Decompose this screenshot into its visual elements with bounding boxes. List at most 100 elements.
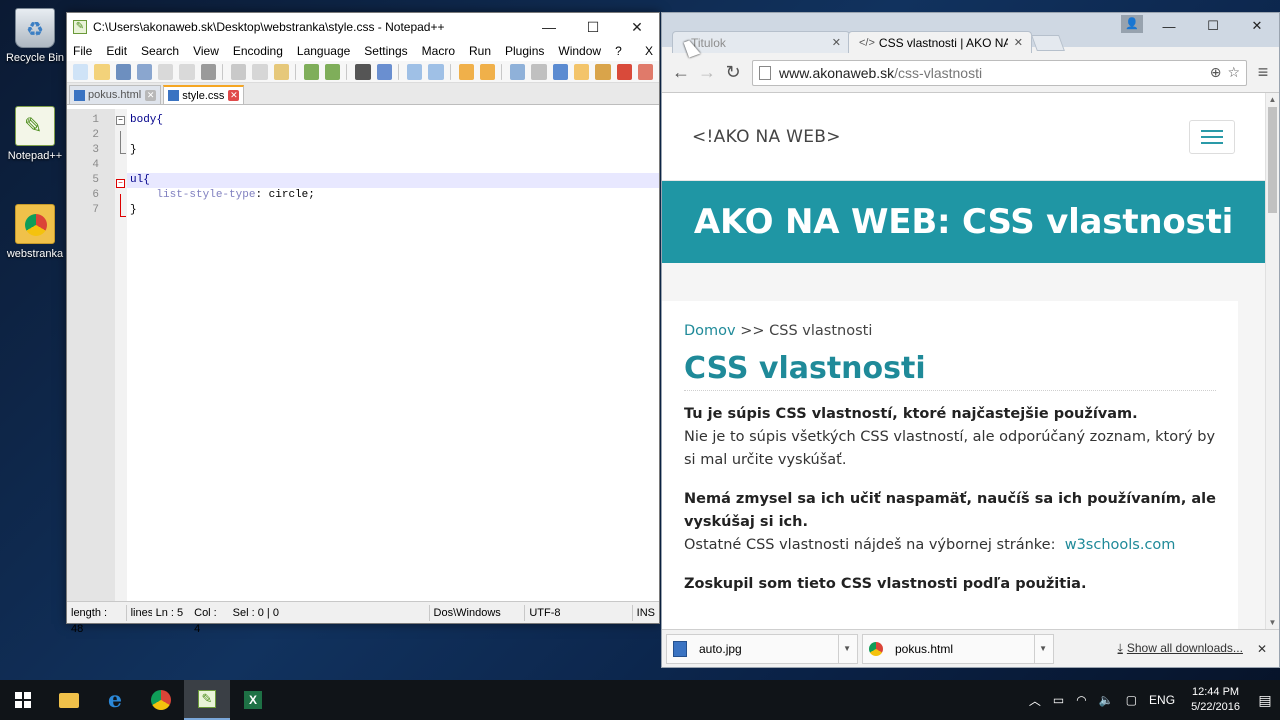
- user-lang-icon[interactable]: [573, 63, 590, 80]
- menu-help[interactable]: ?: [615, 44, 622, 58]
- language-indicator[interactable]: ENG: [1149, 693, 1175, 707]
- zoom-in-icon[interactable]: [406, 63, 423, 80]
- close-file-icon[interactable]: [158, 63, 174, 80]
- close-download-bar-icon[interactable]: ✕: [1257, 642, 1267, 656]
- menu-run[interactable]: Run: [469, 44, 491, 58]
- start-button[interactable]: [0, 680, 46, 720]
- save-all-icon[interactable]: [136, 63, 153, 80]
- record-macro-icon[interactable]: [616, 63, 632, 80]
- taskbar-chrome[interactable]: [138, 680, 184, 720]
- chevron-down-icon[interactable]: ▼: [838, 634, 851, 663]
- w3schools-link[interactable]: w3schools.com: [1065, 537, 1176, 553]
- forward-icon[interactable]: →: [694, 62, 720, 83]
- title-bar[interactable]: ✎ C:\Users\akonaweb.sk\Desktop\webstrank…: [67, 13, 659, 41]
- menu-edit[interactable]: Edit: [106, 44, 127, 58]
- zoom-out-icon[interactable]: [428, 63, 444, 80]
- close-document-button[interactable]: X: [645, 44, 653, 58]
- copy-icon[interactable]: [252, 63, 268, 80]
- desktop-icon-notepadpp[interactable]: Notepad++: [4, 106, 66, 162]
- battery-icon[interactable]: ▭: [1053, 693, 1064, 707]
- show-all-chars-icon[interactable]: [531, 63, 547, 80]
- clock[interactable]: 12:44 PM 5/22/2016: [1191, 685, 1240, 715]
- close-tab-icon[interactable]: ✕: [228, 90, 240, 101]
- stop-macro-icon[interactable]: [637, 63, 654, 80]
- address-bar[interactable]: www.akonaweb.sk/css-vlastnosti ⊕ ☆: [752, 59, 1247, 86]
- menu-icon[interactable]: ≡: [1253, 62, 1273, 83]
- maximize-button[interactable]: ☐: [1191, 13, 1235, 39]
- open-file-icon[interactable]: [94, 63, 110, 80]
- desktop-icon-recycle-bin[interactable]: Recycle Bin: [4, 8, 66, 64]
- show-all-downloads-link[interactable]: ⤓ Show all downloads...: [1118, 641, 1243, 656]
- menu-view[interactable]: View: [193, 44, 219, 58]
- minimize-button[interactable]: —: [1147, 13, 1191, 39]
- indent-guide-icon[interactable]: [552, 63, 568, 80]
- undo-icon[interactable]: [303, 63, 320, 80]
- site-logo[interactable]: <!AKO NA WEB>: [692, 127, 841, 147]
- save-icon[interactable]: [115, 63, 131, 80]
- taskbar-notepadpp[interactable]: ✎: [184, 680, 230, 720]
- sync-scroll-h-icon[interactable]: [479, 63, 496, 80]
- minimize-button[interactable]: —: [527, 13, 571, 41]
- scroll-down-icon[interactable]: ▼: [1266, 618, 1279, 627]
- close-button[interactable]: ✕: [1235, 13, 1279, 39]
- scroll-thumb[interactable]: [1268, 107, 1277, 213]
- paste-icon[interactable]: [273, 63, 289, 80]
- scroll-up-icon[interactable]: ▲: [1266, 95, 1279, 104]
- taskbar-file-explorer[interactable]: [46, 680, 92, 720]
- chrome-icon: [869, 641, 883, 656]
- word-wrap-icon[interactable]: [510, 63, 526, 80]
- download-item-pokus-html[interactable]: pokus.html ▼: [862, 633, 1054, 664]
- bookmark-star-icon[interactable]: ☆: [1227, 64, 1240, 81]
- close-tab-icon[interactable]: ✕: [832, 36, 841, 49]
- monitor-icon[interactable]: ▢: [1126, 693, 1137, 707]
- chevron-up-icon[interactable]: ︿: [1029, 692, 1041, 709]
- close-all-icon[interactable]: [179, 63, 195, 80]
- tab-style-css[interactable]: style.css ✕: [163, 85, 245, 104]
- close-button[interactable]: ✕: [615, 13, 659, 41]
- menu-plugins[interactable]: Plugins: [505, 44, 544, 58]
- chevron-down-icon[interactable]: ▼: [1034, 634, 1047, 663]
- menu-file[interactable]: File: [73, 44, 92, 58]
- page-scrollbar[interactable]: ▲ ▼: [1265, 93, 1279, 629]
- fold-toggle-icon[interactable]: −: [116, 179, 125, 188]
- close-tab-icon[interactable]: ✕: [1014, 36, 1023, 49]
- desktop-icon-webstranka[interactable]: webstranka: [4, 204, 66, 260]
- tab-pokus-html[interactable]: pokus.html ✕: [69, 85, 162, 104]
- taskbar-edge[interactable]: e: [92, 680, 138, 720]
- hamburger-menu-icon[interactable]: [1189, 119, 1235, 154]
- back-icon[interactable]: ←: [668, 62, 694, 83]
- menu-window[interactable]: Window: [558, 44, 601, 58]
- volume-icon[interactable]: 🔈: [1099, 693, 1114, 707]
- cut-icon[interactable]: [231, 63, 247, 80]
- menu-settings[interactable]: Settings: [364, 44, 407, 58]
- zoom-icon[interactable]: ⊕: [1210, 64, 1222, 81]
- menu-language[interactable]: Language: [297, 44, 350, 58]
- code-text[interactable]: body{ } ul{ list-style-type: circle; }: [127, 109, 659, 601]
- reload-icon[interactable]: ↻: [720, 62, 746, 83]
- print-icon[interactable]: [200, 63, 217, 80]
- new-tab-button[interactable]: [1031, 35, 1065, 51]
- sync-scroll-v-icon[interactable]: [458, 63, 474, 80]
- taskbar-excel[interactable]: X: [230, 680, 276, 720]
- user-icon[interactable]: 👤: [1121, 15, 1143, 33]
- menu-search[interactable]: Search: [141, 44, 179, 58]
- download-item-auto-jpg[interactable]: auto.jpg ▼: [666, 633, 858, 664]
- close-tab-icon[interactable]: ✕: [145, 89, 157, 101]
- replace-icon[interactable]: [376, 63, 393, 80]
- new-file-icon[interactable]: [73, 63, 89, 80]
- wifi-icon[interactable]: ◠: [1076, 693, 1086, 707]
- maximize-button[interactable]: ☐: [571, 13, 615, 41]
- menu-encoding[interactable]: Encoding: [233, 44, 283, 58]
- find-icon[interactable]: [355, 63, 371, 80]
- breadcrumb-home-link[interactable]: Domov: [684, 323, 736, 339]
- doc-map-icon[interactable]: [595, 63, 611, 80]
- fold-toggle-icon[interactable]: −: [116, 116, 125, 125]
- browser-tab-css-vlastnosti[interactable]: </> CSS vlastnosti | AKO NA W ✕: [848, 31, 1032, 53]
- action-center-icon[interactable]: ▤: [1250, 680, 1280, 720]
- breadcrumb-separator: >>: [740, 323, 765, 339]
- menu-macro[interactable]: Macro: [422, 44, 455, 58]
- redo-icon[interactable]: [325, 63, 341, 80]
- line-number: 6: [92, 189, 99, 201]
- code-editor[interactable]: 1 2 3 4 5 6 7 − − body{ } ul{ list-style…: [67, 109, 659, 601]
